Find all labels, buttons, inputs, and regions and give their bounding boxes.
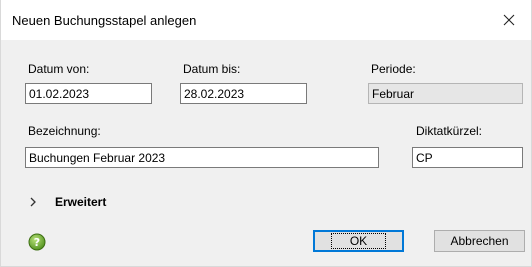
date-from-input[interactable] <box>25 83 152 104</box>
help-icon: ? <box>28 233 46 251</box>
description-input[interactable] <box>25 147 379 168</box>
period-field <box>368 83 523 104</box>
date-from-label: Datum von: <box>28 62 90 76</box>
ok-button[interactable]: OK <box>313 230 404 252</box>
svg-text:?: ? <box>34 236 40 249</box>
ok-button-label: OK <box>330 233 387 249</box>
dictation-label: Diktatkürzel: <box>416 124 483 138</box>
cancel-button[interactable]: Abbrechen <box>434 230 525 252</box>
date-to-label: Datum bis: <box>183 62 241 76</box>
chevron-right-icon <box>29 196 41 208</box>
dialog-title: Neuen Buchungsstapel anlegen <box>12 13 197 28</box>
new-booking-batch-dialog: Neuen Buchungsstapel anlegen Datum von: … <box>0 0 532 267</box>
close-button[interactable] <box>487 0 531 40</box>
period-label: Periode: <box>371 62 416 76</box>
close-icon <box>503 14 515 26</box>
help-button[interactable]: ? <box>28 233 46 251</box>
advanced-label: Erweitert <box>55 195 107 209</box>
description-label: Bezeichnung: <box>28 124 101 138</box>
cancel-button-label: Abbrechen <box>450 234 509 248</box>
dictation-input[interactable] <box>412 147 523 168</box>
title-bar: Neuen Buchungsstapel anlegen <box>1 0 531 40</box>
advanced-expander[interactable]: Erweitert <box>29 193 106 211</box>
date-to-input[interactable] <box>180 83 307 104</box>
